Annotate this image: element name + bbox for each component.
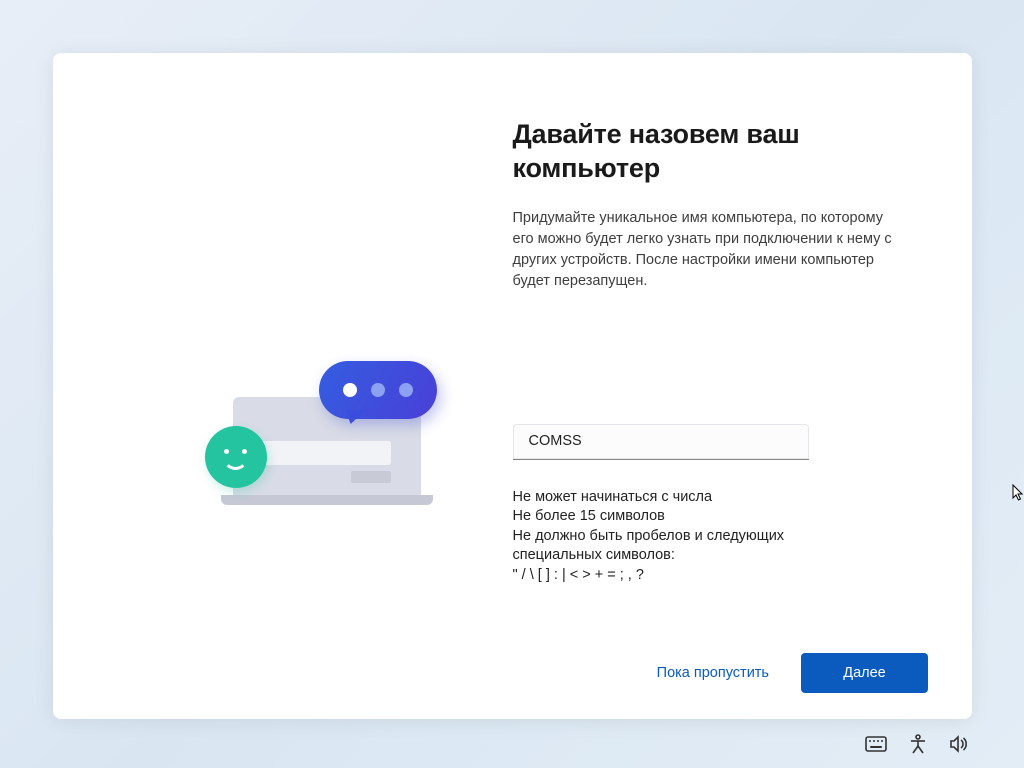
oobe-card: Давайте назовем ваш компьютер Придумайте… [53, 53, 972, 719]
system-tray [865, 734, 969, 754]
page-description: Придумайте уникальное имя компьютера, по… [513, 208, 893, 292]
volume-icon[interactable] [949, 735, 969, 753]
skip-button[interactable]: Пока пропустить [639, 653, 787, 693]
page-title: Давайте назовем ваш компьютер [513, 118, 953, 186]
computer-illustration [173, 355, 453, 555]
bubble-dot-3 [399, 383, 413, 397]
laptop-small-bar [351, 471, 391, 483]
next-button[interactable]: Далее [801, 653, 928, 693]
rule-line-3: Не должно быть пробелов и следующих спец… [513, 527, 873, 566]
rule-line-1: Не может начинаться с числа [513, 488, 873, 508]
name-input-wrap [513, 424, 809, 460]
computer-name-input[interactable] [513, 424, 809, 460]
accessibility-icon[interactable] [909, 734, 927, 754]
mouse-cursor-icon [1012, 484, 1024, 502]
name-bubble [319, 361, 437, 419]
smiley-face-icon [205, 426, 267, 488]
laptop-input-bar [259, 441, 391, 465]
naming-rules: Не может начинаться с числа Не более 15 … [513, 488, 873, 586]
keyboard-icon[interactable] [865, 736, 887, 752]
illustration-pane [53, 53, 513, 719]
rule-line-4: " / \ [ ] : | < > + = ; , ? [513, 566, 873, 586]
content-pane: Давайте назовем ваш компьютер Придумайте… [513, 53, 973, 719]
bubble-dot-2 [371, 383, 385, 397]
button-row: Пока пропустить Далее [639, 653, 928, 693]
rule-line-2: Не более 15 символов [513, 507, 873, 527]
bubble-dot-1 [343, 383, 357, 397]
laptop-base [221, 495, 433, 505]
